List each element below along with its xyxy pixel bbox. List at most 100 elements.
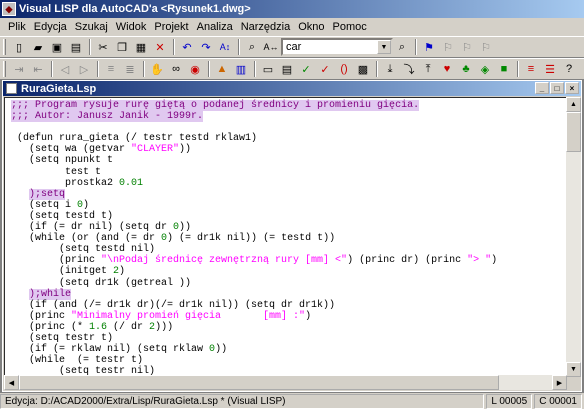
- glasses-icon[interactable]: ∞: [167, 60, 185, 78]
- menu-analiza[interactable]: Analiza: [193, 21, 237, 33]
- previous-icon[interactable]: ◁: [56, 60, 74, 78]
- menu-szukaj[interactable]: Szukaj: [71, 21, 112, 33]
- scroll-thumb-horizontal[interactable]: [19, 375, 499, 390]
- inspect-icon[interactable]: ◉: [186, 60, 204, 78]
- code-line[interactable]: (setq wa (getvar "CLAYER")): [11, 144, 566, 155]
- chevron-down-icon[interactable]: ▼: [377, 40, 391, 54]
- code-line[interactable]: (princ "Minimalny promień gięcia [mm] :"…: [11, 311, 566, 322]
- visual-lisp-icon[interactable]: ◆: [2, 2, 16, 16]
- code-line[interactable]: (setq testr t): [11, 333, 566, 344]
- menu-pomoc[interactable]: Pomoc: [329, 21, 371, 33]
- code-line[interactable]: [11, 122, 566, 133]
- code-line[interactable]: (while (= testr t): [11, 355, 566, 366]
- code-line[interactable]: );while: [11, 288, 566, 300]
- code-token: prostka2: [11, 177, 120, 189]
- cut-icon[interactable]: ✂: [94, 38, 112, 56]
- code-line[interactable]: (while (or (and (= dr 0) (= dr1k nil)) (…: [11, 233, 566, 244]
- comment-icon[interactable]: ≡: [102, 60, 120, 78]
- code-line[interactable]: (princ (* 1.6 (/ dr 2))): [11, 322, 566, 333]
- check-window-icon[interactable]: ✓: [297, 60, 315, 78]
- code-line[interactable]: (if (= dr nil) (setq dr 0)): [11, 222, 566, 233]
- horizontal-scrollbar[interactable]: ◀ ▶: [4, 375, 567, 390]
- indent-icon[interactable]: ⇥: [10, 60, 28, 78]
- menu-okno[interactable]: Okno: [294, 21, 328, 33]
- code-line[interactable]: prostka2 0.01: [11, 178, 566, 189]
- code-line[interactable]: (initget 2): [11, 266, 566, 277]
- code-line[interactable]: (setq testd nil): [11, 244, 566, 255]
- step-into-icon[interactable]: ⤓: [381, 60, 399, 78]
- maximize-icon[interactable]: □: [550, 82, 564, 94]
- toggle-bookmark-icon[interactable]: ⚑: [420, 38, 438, 56]
- help-icon[interactable]: ?: [560, 60, 578, 78]
- complete-word-icon[interactable]: A↕: [216, 38, 234, 56]
- continue-icon[interactable]: ♥: [438, 60, 456, 78]
- scroll-right-icon[interactable]: ▶: [552, 375, 567, 390]
- new-file-icon[interactable]: ▯: [10, 38, 28, 56]
- redo-icon[interactable]: ↷: [197, 38, 215, 56]
- replace-icon[interactable]: A↔: [262, 38, 280, 56]
- scroll-thumb-vertical[interactable]: [566, 112, 581, 152]
- reset-icon[interactable]: ◈: [476, 60, 494, 78]
- find-icon[interactable]: ⌕: [243, 38, 261, 56]
- clear-bookmarks-icon[interactable]: ⚐: [477, 38, 495, 56]
- code-line[interactable]: (if (= rklaw nil) (setq rklaw 0)): [11, 344, 566, 355]
- lisp-file-icon: [6, 83, 17, 94]
- check-selection-icon[interactable]: ✓: [316, 60, 334, 78]
- load-selection-icon[interactable]: ▥: [232, 60, 250, 78]
- open-folder-icon[interactable]: ▰: [29, 38, 47, 56]
- search-combobox[interactable]: car ▼: [281, 38, 393, 56]
- code-line[interactable]: (if (and (/= dr1k dr)(/= dr1k nil)) (set…: [11, 300, 566, 311]
- trace-icon[interactable]: ☰: [541, 60, 559, 78]
- code-line[interactable]: (defun rura_gieta (/ testr testd rklaw1): [11, 133, 566, 144]
- minimize-icon[interactable]: _: [535, 82, 549, 94]
- uncomment-icon[interactable]: ≣: [121, 60, 139, 78]
- menu-narzedzia[interactable]: Narzędzia: [237, 21, 295, 33]
- code-content[interactable]: ;;; Program rysuje rurę giętą o podanej …: [5, 98, 566, 376]
- step-out-icon[interactable]: ⤒: [419, 60, 437, 78]
- scroll-left-icon[interactable]: ◀: [4, 375, 19, 390]
- symbol-service-icon[interactable]: ▩: [354, 60, 372, 78]
- menu-projekt[interactable]: Projekt: [150, 21, 192, 33]
- outdent-icon[interactable]: ⇤: [29, 60, 47, 78]
- prev-bookmark-icon[interactable]: ⚐: [458, 38, 476, 56]
- format-selection-icon[interactable]: ▤: [278, 60, 296, 78]
- save-icon[interactable]: ▣: [48, 38, 66, 56]
- code-line[interactable]: (setq dr1k (getreal )): [11, 278, 566, 289]
- toolbar-grip[interactable]: [3, 39, 6, 55]
- undo-icon[interactable]: ↶: [178, 38, 196, 56]
- parentheses-match-icon[interactable]: (): [335, 60, 353, 78]
- document-titlebar[interactable]: RuraGieta.Lsp _ □ ×: [3, 81, 581, 96]
- close-icon[interactable]: ×: [565, 82, 579, 94]
- toolbar-grip[interactable]: [3, 61, 6, 77]
- code-editor[interactable]: ;;; Program rysuje rurę giętą o podanej …: [4, 97, 567, 377]
- print-icon[interactable]: ▤: [67, 38, 85, 56]
- code-line[interactable]: (setq npunkt t: [11, 155, 566, 166]
- menu-edycja[interactable]: Edycja: [30, 21, 71, 33]
- pan-icon[interactable]: ✋: [148, 60, 166, 78]
- menu-plik[interactable]: Plik: [4, 21, 30, 33]
- paste-icon[interactable]: ▦: [132, 38, 150, 56]
- code-token: (setq i: [11, 199, 78, 211]
- copy-icon[interactable]: ❐: [113, 38, 131, 56]
- format-window-icon[interactable]: ▭: [259, 60, 277, 78]
- scroll-up-icon[interactable]: ▲: [566, 97, 581, 112]
- code-line[interactable]: (setq testd t): [11, 211, 566, 222]
- watch-icon[interactable]: ≡: [522, 60, 540, 78]
- code-line[interactable]: );setq: [11, 188, 566, 200]
- code-line[interactable]: test t: [11, 167, 566, 178]
- menu-widok[interactable]: Widok: [112, 21, 151, 33]
- delete-icon[interactable]: ✕: [151, 38, 169, 56]
- code-line[interactable]: ;;; Autor: Janusz Janik - 1999r.: [11, 111, 566, 123]
- code-line[interactable]: ;;; Program rysuje rurę giętą o podanej …: [11, 100, 566, 111]
- next-icon[interactable]: ▷: [75, 60, 93, 78]
- quit-icon[interactable]: ♣: [457, 60, 475, 78]
- code-line[interactable]: (princ "\nPodaj średnicę zewnętrzną rury…: [11, 255, 566, 266]
- search-toolbox-icon[interactable]: ⌕: [393, 38, 411, 56]
- scroll-down-icon[interactable]: ▼: [566, 362, 581, 377]
- vertical-scrollbar[interactable]: ▲ ▼: [566, 97, 581, 377]
- next-bookmark-icon[interactable]: ⚐: [439, 38, 457, 56]
- load-window-icon[interactable]: ▲: [213, 60, 231, 78]
- step-over-icon[interactable]: ⤵: [400, 60, 418, 78]
- code-line[interactable]: (setq i 0): [11, 200, 566, 211]
- toggle-breakpoint-icon[interactable]: ■: [495, 60, 513, 78]
